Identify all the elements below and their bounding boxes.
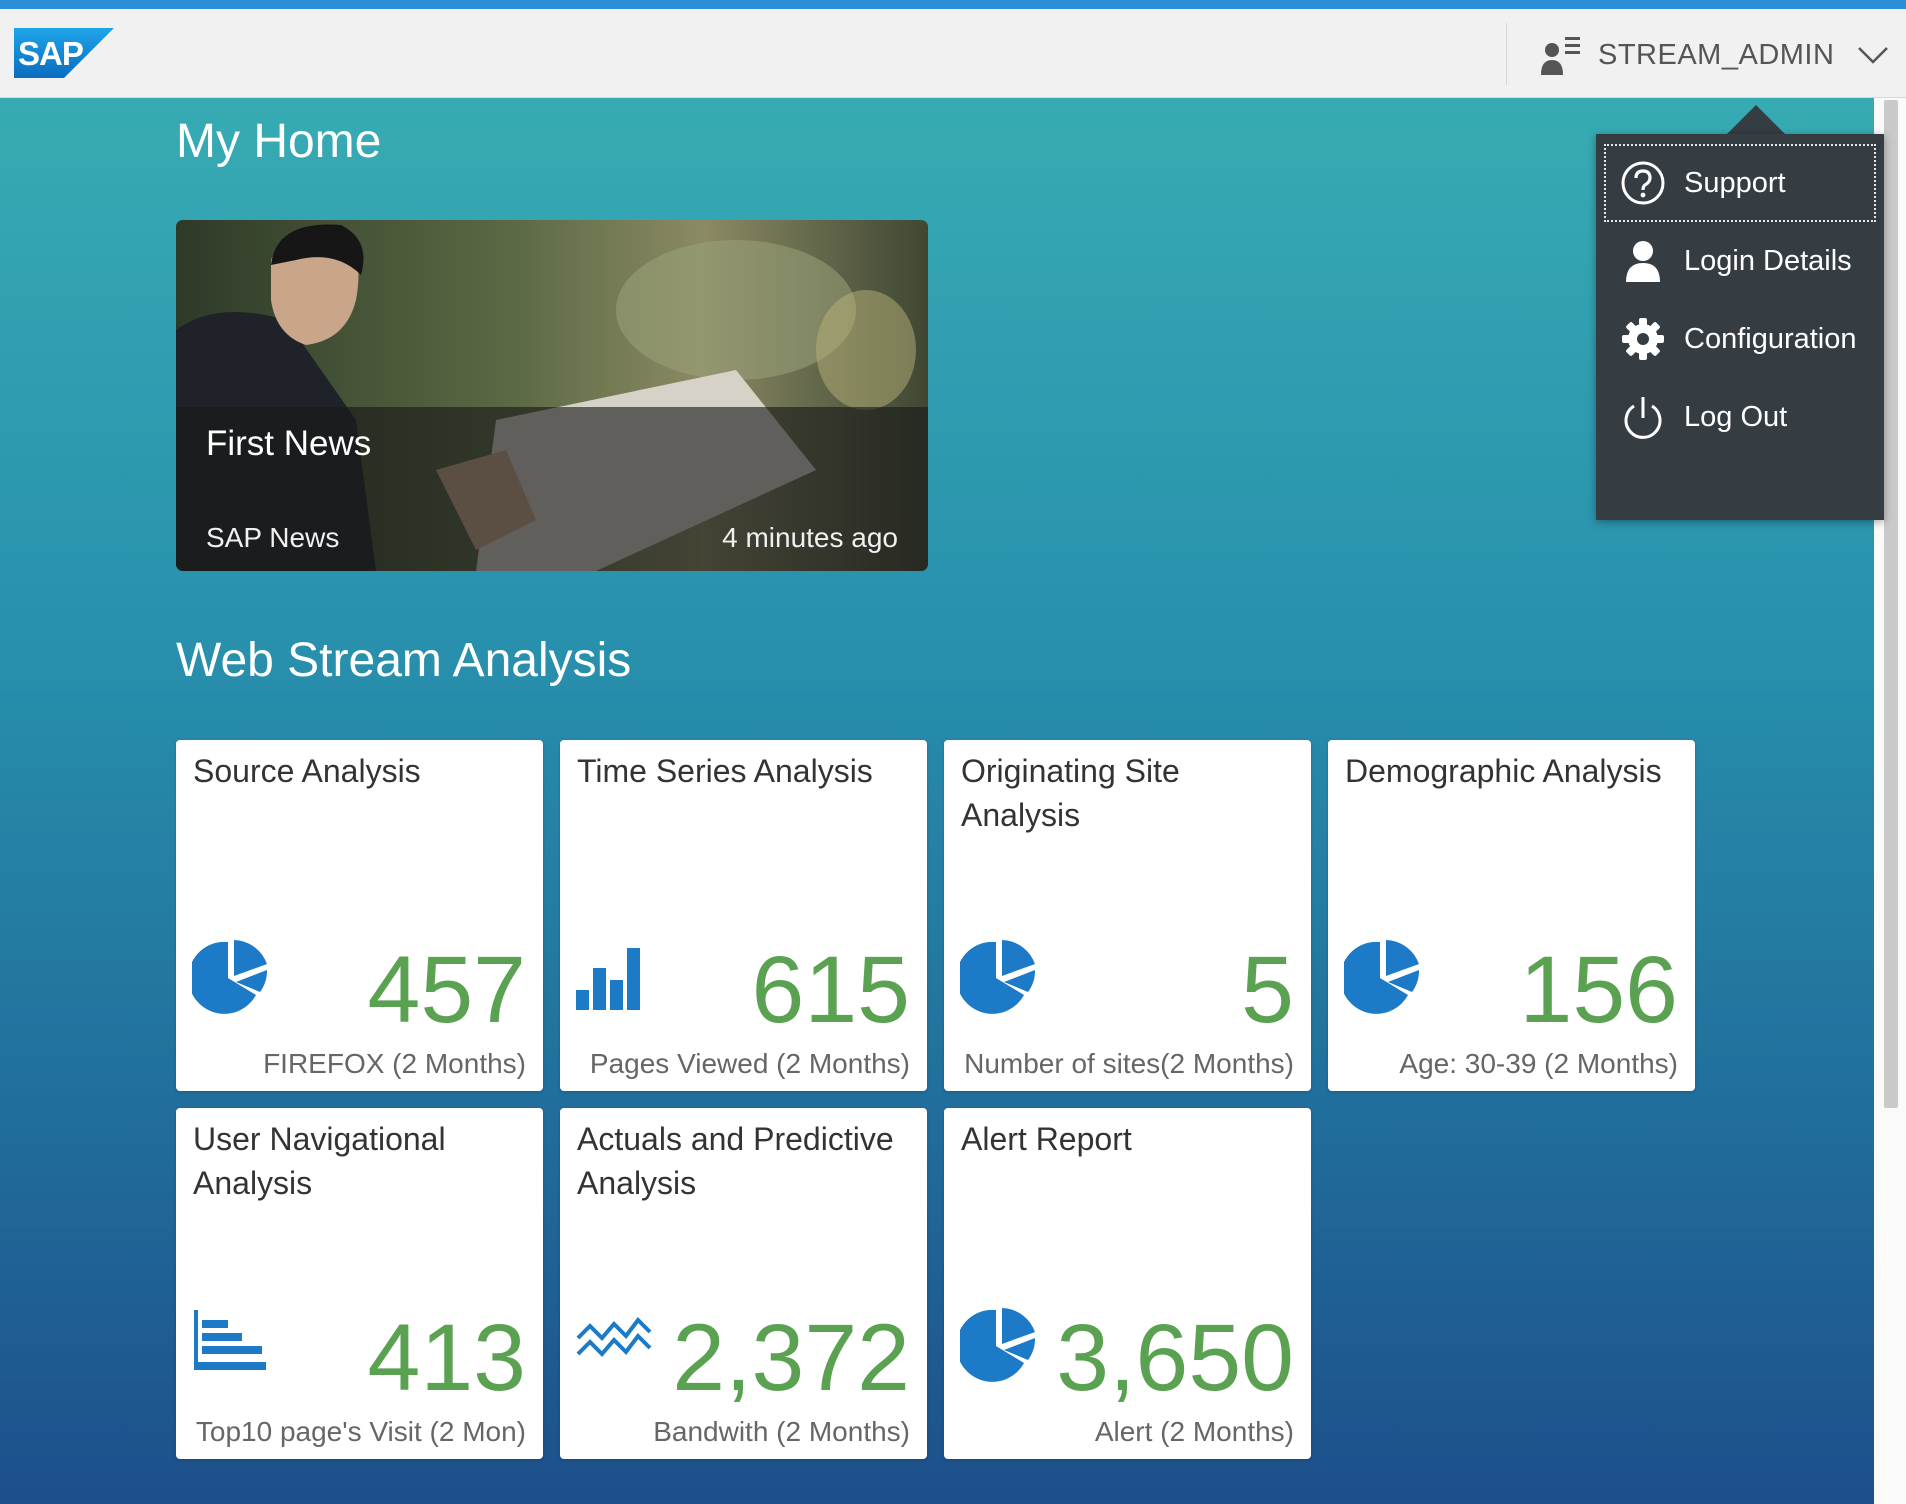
gear-icon xyxy=(1622,318,1664,360)
news-title: First News xyxy=(206,424,372,463)
tile-footer: Age: 30-39 (2 Months) xyxy=(1399,1048,1678,1079)
news-source: SAP News xyxy=(206,522,340,553)
sap-logo-text: SAP xyxy=(18,35,83,72)
user-list-icon xyxy=(1541,37,1580,75)
menu-item-label: Login Details xyxy=(1684,244,1852,277)
user-name: STREAM_ADMIN xyxy=(1598,38,1835,71)
chevron-down-icon xyxy=(1858,47,1889,64)
tile-kpi-value: 615 xyxy=(751,937,910,1043)
tile-actuals-and-predictive-analysis[interactable]: Actuals and Predictive Analysis 2,372 Ba… xyxy=(560,1108,927,1459)
news-timestamp: 4 minutes ago xyxy=(722,522,898,553)
pie-chart-icon xyxy=(960,1308,1036,1382)
tile-footer: Top10 page's Visit (2 Mon) xyxy=(195,1416,526,1447)
page-title: My Home xyxy=(176,115,382,168)
tile-kpi-value: 413 xyxy=(367,1305,526,1411)
pie-chart-icon xyxy=(192,940,268,1014)
tile-source-analysis[interactable]: Source Analysis 457 FIREFOX (2 Months) xyxy=(176,740,543,1091)
menu-pointer-arrow xyxy=(1726,105,1786,135)
header-divider xyxy=(1506,23,1507,85)
user-menu-button[interactable]: STREAM_ADMIN xyxy=(1538,27,1890,83)
tile-user-navigational-analysis[interactable]: User Navigational Analysis 413 Top10 pag… xyxy=(176,1108,543,1459)
tile-kpi-value: 5 xyxy=(1241,937,1294,1043)
tile-title: User Navigational Analysis xyxy=(193,1121,446,1201)
tile-kpi-value: 457 xyxy=(367,937,526,1043)
tile-title: Actuals and Predictive Analysis xyxy=(577,1121,894,1201)
tile-title: Originating Site Analysis xyxy=(961,753,1180,833)
group-title: Web Stream Analysis xyxy=(176,634,632,687)
horizontal-bar-chart-icon xyxy=(194,1310,266,1370)
line-chart-icon xyxy=(576,1316,652,1357)
tile-kpi-value: 156 xyxy=(1519,937,1678,1043)
tile-footer: FIREFOX (2 Months) xyxy=(263,1048,526,1079)
tile-footer: Bandwith (2 Months) xyxy=(653,1416,910,1447)
bar-chart-icon xyxy=(576,948,640,1010)
user-action-menu: Support Login Details Configuration Log … xyxy=(1596,134,1884,520)
top-accent-line xyxy=(0,0,1906,9)
menu-item-log-out[interactable]: Log Out xyxy=(1604,378,1876,456)
tile-alert-report[interactable]: Alert Report 3,650 Alert (2 Months) xyxy=(944,1108,1311,1459)
tile-title: Time Series Analysis xyxy=(577,753,873,789)
pie-chart-icon xyxy=(960,940,1036,1014)
menu-item-label: Configuration xyxy=(1684,322,1857,355)
menu-item-configuration[interactable]: Configuration xyxy=(1604,300,1876,378)
help-icon xyxy=(1621,161,1665,205)
tile-footer: Pages Viewed (2 Months) xyxy=(589,1048,910,1079)
news-tile[interactable]: First News SAP News 4 minutes ago xyxy=(176,220,928,571)
scrollbar[interactable] xyxy=(1884,100,1898,1108)
tile-kpi-value: 2,372 xyxy=(672,1305,910,1411)
tile-title: Source Analysis xyxy=(193,753,421,789)
tile-title: Alert Report xyxy=(961,1121,1132,1157)
tile-footer: Number of sites(2 Months) xyxy=(964,1048,1294,1079)
tile-demographic-analysis[interactable]: Demographic Analysis 156 Age: 30-39 (2 M… xyxy=(1328,740,1695,1091)
pie-chart-icon xyxy=(1344,940,1420,1014)
shell-header: SAP STREAM_ADMIN xyxy=(0,9,1906,98)
menu-item-label: Support xyxy=(1684,166,1786,199)
tile-title: Demographic Analysis xyxy=(1345,753,1662,789)
person-icon xyxy=(1626,241,1660,282)
tile-originating-site-analysis[interactable]: Originating Site Analysis 5 Number of si… xyxy=(944,740,1311,1091)
power-icon xyxy=(1624,397,1662,439)
sap-logo[interactable]: SAP xyxy=(14,28,114,78)
tile-footer: Alert (2 Months) xyxy=(1094,1416,1294,1447)
menu-item-login-details[interactable]: Login Details xyxy=(1604,222,1876,300)
tile-kpi-value: 3,650 xyxy=(1056,1305,1294,1411)
tile-time-series-analysis[interactable]: Time Series Analysis 615 Pages Viewed (2… xyxy=(560,740,927,1091)
menu-item-support[interactable]: Support xyxy=(1604,144,1876,222)
menu-item-label: Log Out xyxy=(1684,400,1788,433)
